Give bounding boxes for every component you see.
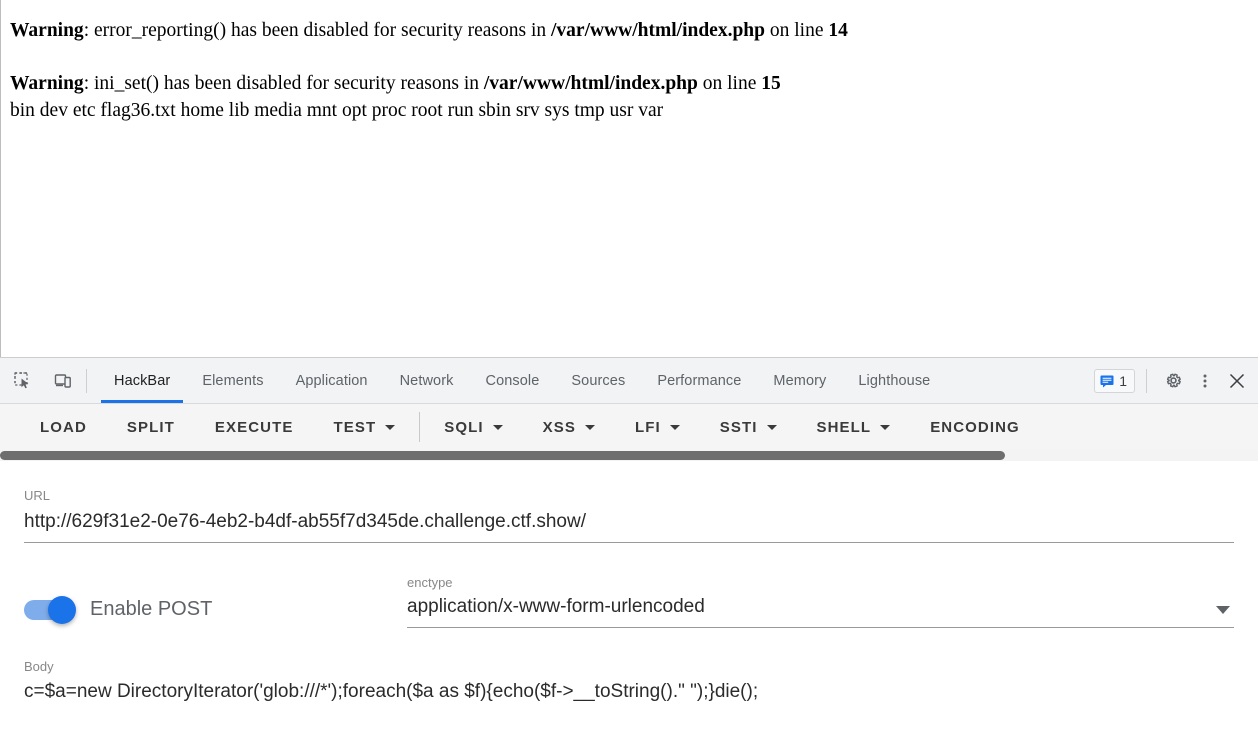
- post-row: Enable POST enctype application/x-www-fo…: [24, 576, 1234, 628]
- load-button[interactable]: LOAD: [28, 413, 99, 442]
- body-label: Body: [24, 658, 54, 674]
- warning-text: ini_set() has been disabled for security…: [93, 72, 484, 94]
- enable-post-label: Enable POST: [90, 598, 213, 620]
- encoding-button[interactable]: ENCODING: [918, 413, 1032, 442]
- hackbar-toolbar: LOAD SPLIT EXECUTE TEST SQLI XSS LFI SST…: [0, 404, 1258, 450]
- tab-network[interactable]: Network: [384, 358, 470, 403]
- tab-application[interactable]: Application: [280, 358, 384, 403]
- tab-console[interactable]: Console: [470, 358, 556, 403]
- button-label: EXECUTE: [214, 418, 294, 436]
- right-controls-divider: [1146, 369, 1147, 393]
- shell-menu-button[interactable]: SHELL: [805, 413, 903, 442]
- tab-label: Memory: [773, 372, 827, 389]
- sqli-menu-button[interactable]: SQLI: [432, 413, 514, 442]
- message-count: 1: [1119, 372, 1127, 389]
- body-field: Body c=$a=new DirectoryIterator('glob://…: [24, 660, 1234, 704]
- tab-label: Network: [399, 372, 454, 389]
- button-label: SSTI: [719, 418, 758, 436]
- php-warning-line: Warning: ini_set() has been disabled for…: [1, 73, 1258, 95]
- chevron-down-icon: [584, 424, 595, 430]
- warning-separator: :: [83, 20, 94, 41]
- tab-label: Console: [485, 372, 540, 389]
- close-devtools-icon[interactable]: [1222, 366, 1252, 396]
- url-input[interactable]: http://629f31e2-0e76-4eb2-b4df-ab55f7d34…: [24, 510, 1234, 534]
- directory-listing-output: bin dev etc flag36.txt home lib media mn…: [10, 99, 664, 121]
- tab-performance[interactable]: Performance: [641, 358, 757, 403]
- enctype-select[interactable]: application/x-www-form-urlencoded: [407, 595, 1234, 619]
- field-underline: [407, 626, 1234, 628]
- inspect-element-icon[interactable]: [9, 367, 37, 395]
- url-field: URL http://629f31e2-0e76-4eb2-b4df-ab55f…: [24, 461, 1234, 543]
- chevron-down-icon[interactable]: [1216, 605, 1230, 614]
- console-message-badge[interactable]: 1: [1094, 368, 1135, 393]
- button-label: TEST: [333, 418, 377, 436]
- tab-label: HackBar: [114, 372, 171, 389]
- warning-separator: :: [83, 72, 94, 94]
- tab-label: Application: [295, 372, 368, 389]
- chevron-down-icon: [385, 424, 396, 430]
- devtools-left-icons: [0, 358, 77, 403]
- button-label: SPLIT: [126, 418, 175, 436]
- tab-hackbar[interactable]: HackBar: [98, 358, 186, 403]
- body-input[interactable]: c=$a=new DirectoryIterator('glob:///*');…: [24, 680, 1234, 704]
- chevron-down-icon: [669, 424, 680, 430]
- xss-menu-button[interactable]: XSS: [531, 413, 607, 442]
- ssti-menu-button[interactable]: SSTI: [708, 413, 789, 442]
- tab-label: Performance: [657, 372, 742, 389]
- button-label: ENCODING: [930, 418, 1020, 436]
- lfi-menu-button[interactable]: LFI: [623, 413, 692, 442]
- hackbar-form: URL http://629f31e2-0e76-4eb2-b4df-ab55f…: [0, 461, 1258, 733]
- warning-line-number: 15: [761, 72, 781, 94]
- devtools-tabstrip: HackBar Elements Application Network Con…: [0, 358, 1258, 404]
- tab-label: Lighthouse: [858, 372, 931, 389]
- message-icon: [1100, 375, 1114, 387]
- tab-elements[interactable]: Elements: [186, 358, 279, 403]
- toolbar-divider: [86, 369, 87, 393]
- warning-line-number: 14: [828, 20, 848, 41]
- enable-post-toggle[interactable]: [24, 595, 76, 624]
- button-label: SQLI: [444, 418, 484, 436]
- url-label: URL: [24, 488, 51, 503]
- button-label: SHELL: [816, 418, 872, 436]
- tab-label: Sources: [571, 372, 626, 389]
- enctype-field: enctype application/x-www-form-urlencode…: [407, 576, 1234, 628]
- devtools-tab-list: HackBar Elements Application Network Con…: [96, 358, 1094, 403]
- settings-gear-icon[interactable]: [1158, 366, 1188, 396]
- warning-text-tail: on line: [765, 20, 829, 41]
- warning-label: Warning: [10, 20, 84, 41]
- enctype-label: enctype: [407, 574, 453, 590]
- chevron-down-icon: [880, 424, 891, 430]
- tab-memory[interactable]: Memory: [757, 358, 842, 403]
- chevron-down-icon: [766, 424, 777, 430]
- warning-text: error_reporting() has been disabled for …: [93, 20, 551, 41]
- warning-label: Warning: [10, 72, 84, 94]
- tab-sources[interactable]: Sources: [555, 358, 641, 403]
- test-menu-button[interactable]: TEST: [321, 413, 407, 442]
- page-content-area: Warning: error_reporting() has been disa…: [0, 0, 1258, 357]
- button-label: XSS: [542, 418, 576, 436]
- warning-file-path: /var/www/html/index.php: [551, 20, 765, 41]
- devtools-panel: HackBar Elements Application Network Con…: [0, 357, 1258, 733]
- tab-label: Elements: [202, 372, 264, 389]
- warning-file-path: /var/www/html/index.php: [483, 72, 698, 94]
- more-options-icon[interactable]: [1190, 366, 1220, 396]
- field-underline: [24, 541, 1234, 543]
- split-button[interactable]: SPLIT: [115, 413, 187, 442]
- chevron-down-icon: [492, 424, 503, 430]
- enable-post-control: Enable POST: [24, 595, 407, 628]
- button-label: LFI: [634, 418, 661, 436]
- execute-button[interactable]: EXECUTE: [203, 413, 306, 442]
- warning-text-tail: on line: [697, 72, 762, 94]
- horizontal-scrollbar[interactable]: [0, 450, 1258, 461]
- device-toolbar-icon[interactable]: [49, 367, 77, 395]
- toolbar-divider: [419, 412, 421, 442]
- button-label: LOAD: [40, 418, 87, 436]
- devtools-right-controls: 1: [1094, 358, 1258, 403]
- php-warning-line: Warning: error_reporting() has been disa…: [1, 20, 1258, 42]
- scrollbar-thumb[interactable]: [0, 451, 1005, 460]
- tab-lighthouse[interactable]: Lighthouse: [842, 358, 946, 403]
- toggle-knob: [48, 595, 76, 624]
